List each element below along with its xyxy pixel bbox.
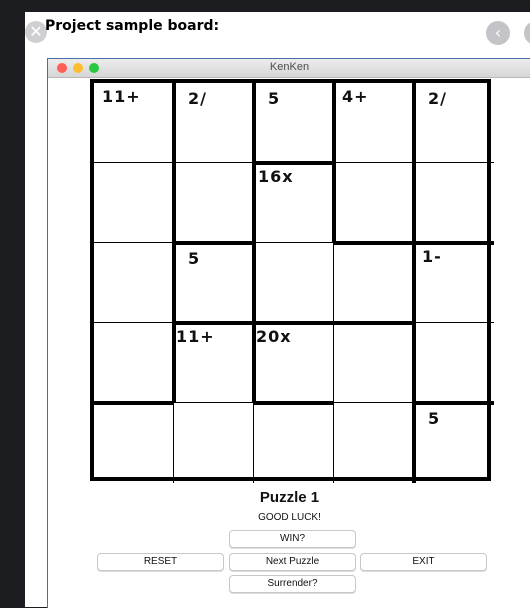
board-cell[interactable]: 2/ (174, 83, 254, 163)
board-cell[interactable] (174, 403, 254, 483)
board-cell[interactable] (254, 403, 334, 483)
board-cell[interactable]: 11+ (174, 323, 254, 403)
board-cell[interactable] (334, 323, 414, 403)
window-title: KenKen (269, 61, 310, 73)
board-cell[interactable]: 11+ (94, 83, 174, 163)
cage-label: 5 (428, 409, 441, 428)
board-cell[interactable]: 1- (414, 243, 494, 323)
board-cell[interactable]: 5 (174, 243, 254, 323)
document-page: ✕ Project sample board: ‹ KenKen 11+ 2/ … (25, 12, 530, 608)
cage-wall (254, 161, 334, 165)
surrender-button[interactable]: Surrender? (229, 575, 356, 593)
board-cell[interactable] (414, 163, 494, 243)
board-cell[interactable] (414, 323, 494, 403)
cage-label: 5 (188, 249, 201, 268)
board-cell[interactable]: 5 (414, 403, 494, 483)
cage-wall (414, 401, 494, 405)
window-titlebar: KenKen (48, 59, 530, 78)
cage-wall (254, 401, 334, 405)
page-title: Project sample board: (45, 18, 220, 34)
board-cell[interactable] (94, 323, 174, 403)
cage-label: 20x (256, 327, 292, 346)
cage-wall (94, 401, 174, 405)
cage-label: 1- (422, 247, 442, 266)
win-button[interactable]: WIN? (229, 530, 356, 548)
cage-wall (412, 83, 416, 483)
board-cell[interactable] (174, 163, 254, 243)
cage-wall (334, 241, 414, 245)
puzzle-name: Puzzle 1 (259, 489, 320, 506)
close-icon[interactable]: ✕ (25, 21, 47, 43)
board-cell[interactable]: 4+ (334, 83, 414, 163)
chevron-left-icon[interactable]: ‹ (486, 21, 510, 45)
board-cell[interactable] (334, 243, 414, 323)
cage-wall (174, 321, 414, 325)
status-message: GOOD LUCK! (258, 512, 321, 523)
exit-button[interactable]: EXIT (360, 553, 487, 571)
cage-label: 2/ (428, 89, 447, 108)
board-cell[interactable]: 16x (254, 163, 334, 243)
cage-label: 16x (258, 167, 294, 186)
board-cell[interactable]: 20x (254, 323, 334, 403)
chevron-right-icon[interactable] (524, 21, 530, 45)
cage-label: 11+ (176, 327, 215, 346)
board-cell[interactable] (94, 243, 174, 323)
cage-label: 5 (268, 89, 281, 108)
kenken-board: 11+ 2/ 5 4+ 2/ 16x 5 1- 11+ 20x 5 (90, 79, 494, 483)
cage-label: 4+ (342, 87, 369, 106)
board-cell[interactable]: 5 (254, 83, 334, 163)
reset-button[interactable]: RESET (97, 553, 224, 571)
cage-label: 11+ (102, 87, 141, 106)
board-cell[interactable] (334, 163, 414, 243)
cage-wall (174, 241, 254, 245)
cage-wall (414, 241, 494, 245)
board-cell[interactable] (334, 403, 414, 483)
board-cell[interactable] (94, 163, 174, 243)
next-puzzle-button[interactable]: Next Puzzle (229, 553, 356, 571)
board-cell[interactable] (94, 403, 174, 483)
cage-label: 2/ (188, 89, 207, 108)
kenken-window: KenKen 11+ 2/ 5 4+ 2/ 16x 5 1- 11+ 20x 5… (47, 58, 530, 608)
board-cell[interactable]: 2/ (414, 83, 494, 163)
board-cell[interactable] (254, 243, 334, 323)
